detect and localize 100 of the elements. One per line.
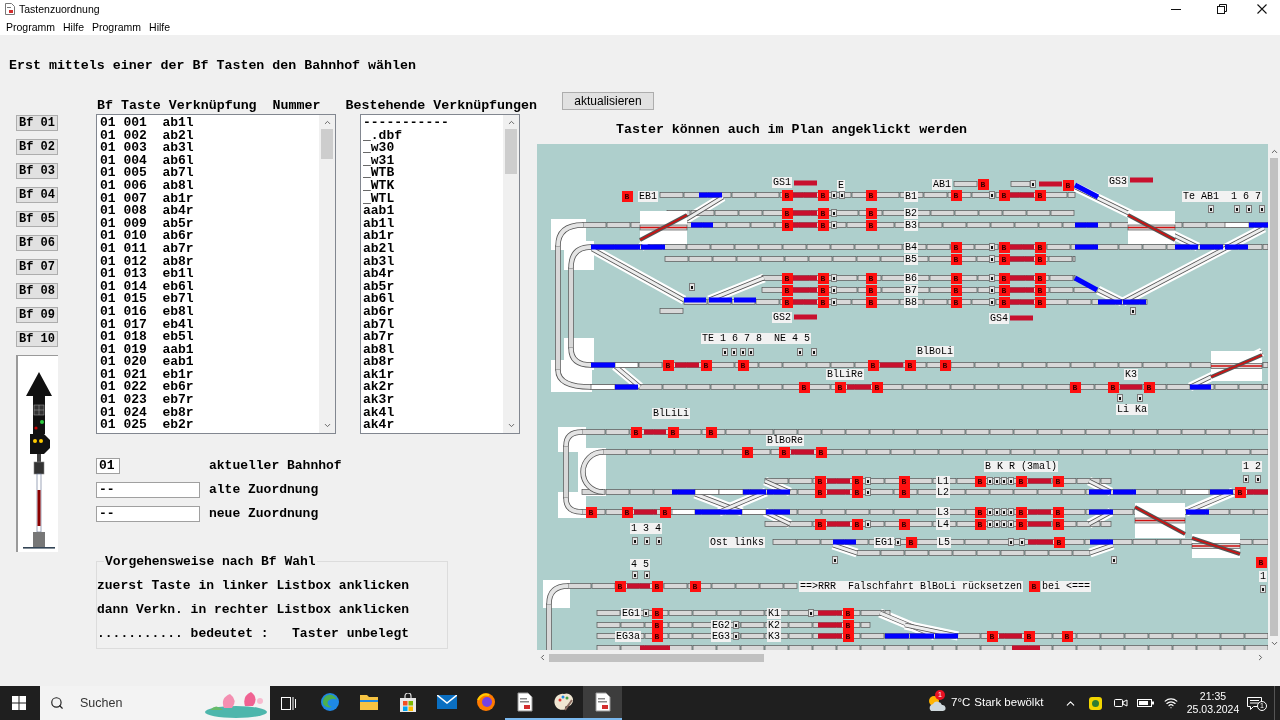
block-key-button[interactable]: B [1052, 518, 1064, 530]
block-key-button[interactable]: B [689, 580, 701, 592]
block-key-button[interactable]: B [1015, 518, 1027, 530]
small-key-icon[interactable] [831, 221, 837, 229]
list-item[interactable]: _w31 [363, 154, 503, 168]
station-button[interactable]: Bf 09 [16, 307, 58, 323]
list-item[interactable]: ab6r [363, 305, 503, 319]
block-key-button[interactable]: B [1034, 253, 1046, 265]
small-key-icon[interactable] [811, 348, 817, 356]
small-key-icon[interactable] [689, 283, 695, 291]
list-item[interactable]: 01 021 eb1r [100, 368, 319, 382]
block-key-button[interactable]: B [1028, 580, 1040, 592]
small-key-icon[interactable] [748, 348, 754, 356]
list-item[interactable]: ak2r [363, 381, 503, 395]
small-key-icon[interactable] [989, 255, 995, 263]
block-key-button[interactable]: B [904, 359, 916, 371]
search-field[interactable]: Suchen [40, 686, 270, 720]
block-key-button[interactable]: B [651, 607, 663, 619]
list-item[interactable]: 01 005 ab7l [100, 167, 319, 180]
small-key-icon[interactable] [987, 520, 993, 528]
list-item[interactable]: ak1r [363, 368, 503, 382]
menu-item[interactable]: Programm [6, 19, 55, 34]
small-key-icon[interactable] [644, 571, 650, 579]
block-key-button[interactable]: B [842, 607, 854, 619]
block-key-button[interactable]: B [659, 506, 671, 518]
small-key-icon[interactable] [831, 209, 837, 217]
list-box[interactable]: ----------- _.dbf _w30 _w31 _WTB _WTK _WTL aab1 ab1l ab1r ab2l ab3l ab4r ab5r ab6l ab6r ab7l ab7r ab8l ab8r ak1r ak2r ak3r ak4l ak4r [360, 114, 520, 434]
block-key-button[interactable]: B [998, 272, 1010, 284]
scrollbar-thumb[interactable] [1270, 158, 1278, 636]
small-key-icon[interactable] [1008, 520, 1014, 528]
block-key-button[interactable]: B [1255, 556, 1267, 568]
block-key-button[interactable]: B [1052, 506, 1064, 518]
small-key-icon[interactable] [1008, 477, 1014, 485]
station-button[interactable]: Bf 05 [16, 211, 58, 227]
block-key-button[interactable]: B [814, 486, 826, 498]
small-key-icon[interactable] [1130, 307, 1136, 315]
small-key-icon[interactable] [994, 477, 1000, 485]
block-key-button[interactable]: B [898, 475, 910, 487]
block-key-button[interactable]: B [817, 207, 829, 219]
block-key-button[interactable]: B [998, 284, 1010, 296]
block-key-button[interactable]: B [842, 619, 854, 631]
block-key-button[interactable]: B [662, 359, 674, 371]
small-key-icon[interactable] [632, 571, 638, 579]
block-key-button[interactable]: B [1034, 272, 1046, 284]
block-key-button[interactable]: B [998, 296, 1010, 308]
small-key-icon[interactable] [731, 348, 737, 356]
menu-item[interactable]: Hilfe [149, 19, 171, 34]
block-key-button[interactable]: B [737, 359, 749, 371]
list-item[interactable]: 01 015 eb7l [100, 293, 319, 306]
scrollbar-thumb[interactable] [549, 653, 764, 662]
block-key-button[interactable]: B [939, 359, 951, 371]
block-key-button[interactable]: B [1052, 475, 1064, 487]
block-key-button[interactable]: B [1053, 536, 1065, 548]
block-key-button[interactable]: B [651, 580, 663, 592]
list-item[interactable]: ab1l [363, 217, 503, 231]
block-key-button[interactable]: B [950, 284, 962, 296]
block-key-button[interactable]: B [798, 381, 810, 393]
block-key-button[interactable]: B [817, 189, 829, 201]
scroll-down-icon[interactable] [506, 421, 516, 430]
block-key-button[interactable]: B [815, 446, 827, 458]
small-key-icon[interactable] [989, 298, 995, 306]
small-key-icon[interactable] [1030, 180, 1036, 188]
block-key-button[interactable]: B [1034, 189, 1046, 201]
small-key-icon[interactable] [722, 348, 728, 356]
station-button[interactable]: Bf 08 [16, 283, 58, 299]
list-item[interactable]: 01 012 ab8r [100, 255, 319, 269]
block-key-button[interactable]: B [865, 284, 877, 296]
block-key-button[interactable]: B [867, 359, 879, 371]
small-key-icon[interactable] [1111, 556, 1117, 564]
small-key-icon[interactable] [1137, 394, 1143, 402]
list-item[interactable]: 01 018 eb5l [100, 331, 319, 344]
small-key-icon[interactable] [808, 609, 814, 617]
list-item[interactable]: _WTL [363, 192, 503, 206]
block-key-button[interactable]: B [898, 486, 910, 498]
block-key-button[interactable]: B [778, 446, 790, 458]
small-key-icon[interactable] [1008, 538, 1014, 546]
small-key-icon[interactable] [656, 537, 662, 545]
scroll-right-icon[interactable] [1256, 653, 1265, 662]
scroll-left-icon[interactable] [538, 653, 547, 662]
text-field[interactable]: 01 [96, 458, 120, 474]
list-item[interactable]: _w30 [363, 142, 503, 155]
block-key-button[interactable]: B [814, 475, 826, 487]
list-item[interactable]: ab6l [363, 293, 503, 306]
list-item[interactable]: ab2l [363, 242, 503, 256]
text-field[interactable]: -- [96, 482, 200, 498]
refresh-button[interactable]: aktualisieren [562, 92, 654, 110]
block-key-button[interactable]: B [585, 506, 597, 518]
list-item[interactable]: 01 006 ab8l [100, 179, 319, 193]
list-item[interactable]: ak4l [363, 406, 503, 420]
list-item[interactable]: 01 013 eb1l [100, 268, 319, 281]
block-key-button[interactable]: B [851, 518, 863, 530]
list-item[interactable]: ----------- [363, 117, 503, 130]
list-item[interactable]: ab3l [363, 255, 503, 269]
list-item[interactable]: 01 009 ab5r [100, 217, 319, 231]
block-key-button[interactable]: B [1062, 179, 1074, 191]
small-key-icon[interactable] [994, 520, 1000, 528]
block-key-button[interactable]: B [705, 426, 717, 438]
small-key-icon[interactable] [832, 556, 838, 564]
scroll-up-icon[interactable] [322, 118, 332, 127]
list-item[interactable]: 01 016 eb8l [100, 305, 319, 319]
